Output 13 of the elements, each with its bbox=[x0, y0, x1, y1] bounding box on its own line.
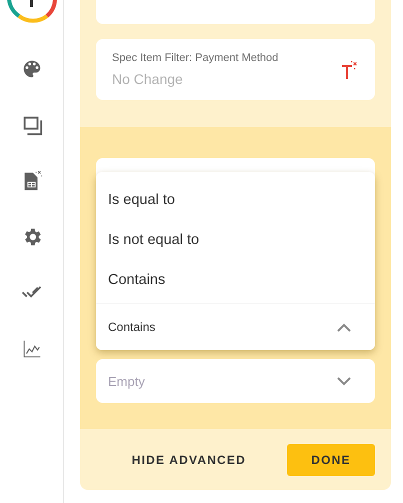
field-label: Spec Item Filter: Payment Method bbox=[112, 52, 280, 64]
dropdown-option[interactable]: Contains bbox=[96, 260, 375, 300]
chevron-down-icon[interactable] bbox=[337, 377, 351, 386]
dropdown-option[interactable]: Is not equal to bbox=[96, 220, 375, 260]
chevron-up-icon[interactable] bbox=[337, 322, 351, 332]
clear-text-icon[interactable] bbox=[341, 60, 359, 80]
filter-field[interactable]: Spec Item Filter: Payment Method No Change bbox=[96, 39, 375, 100]
value-select-field[interactable]: Empty bbox=[96, 359, 375, 403]
hide-advanced-button[interactable]: HIDE ADVANCED bbox=[126, 452, 252, 468]
condition-select[interactable]: Contains bbox=[96, 303, 375, 350]
dropdown-option[interactable]: Is equal to bbox=[96, 180, 375, 220]
done-button[interactable]: DONE bbox=[287, 444, 375, 476]
field-placeholder: No Change bbox=[112, 71, 184, 87]
